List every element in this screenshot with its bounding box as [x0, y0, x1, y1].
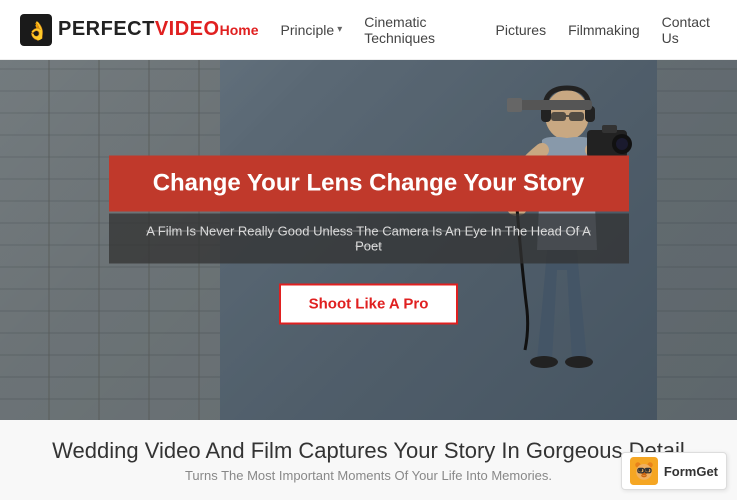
logo-text: PERFECTVIDEO: [58, 18, 220, 41]
nav-item-filmmaking[interactable]: Filmmaking: [568, 22, 640, 38]
hero-subtitle: A Film Is Never Really Good Unless The C…: [139, 224, 599, 254]
nav-item-cinematic[interactable]: Cinematic Techniques: [364, 14, 473, 46]
hero-subtitle-box: A Film Is Never Really Good Unless The C…: [109, 214, 629, 264]
formget-logo-icon: [630, 457, 658, 485]
logo[interactable]: 👌 PERFECTVIDEO: [20, 14, 220, 46]
hero-section: Change Your Lens Change Your Story A Fil…: [0, 60, 737, 420]
nav-item-home[interactable]: Home: [220, 22, 259, 38]
bottom-title: Wedding Video And Film Captures Your Sto…: [52, 438, 685, 464]
chevron-down-icon: ▾: [337, 24, 342, 35]
nav-item-principle[interactable]: Principle ▾: [281, 22, 343, 38]
nav-item-pictures[interactable]: Pictures: [496, 22, 547, 38]
header: 👌 PERFECTVIDEO Home Principle ▾ Cinemati…: [0, 0, 737, 60]
hero-title-box: Change Your Lens Change Your Story: [109, 156, 629, 212]
bottom-section: Wedding Video And Film Captures Your Sto…: [0, 420, 737, 500]
main-nav: Home Principle ▾ Cinematic Techniques Pi…: [220, 14, 717, 46]
bottom-subtitle: Turns The Most Important Moments Of Your…: [185, 468, 552, 483]
logo-icon: 👌: [20, 14, 52, 46]
formget-label: FormGet: [664, 464, 718, 479]
nav-item-contact[interactable]: Contact Us: [662, 14, 717, 46]
hero-content: Change Your Lens Change Your Story A Fil…: [109, 156, 629, 325]
shoot-like-pro-button[interactable]: Shoot Like A Pro: [279, 284, 459, 325]
hero-title: Change Your Lens Change Your Story: [139, 170, 599, 198]
svg-text:👌: 👌: [26, 21, 48, 41]
formget-badge[interactable]: FormGet: [621, 452, 727, 490]
